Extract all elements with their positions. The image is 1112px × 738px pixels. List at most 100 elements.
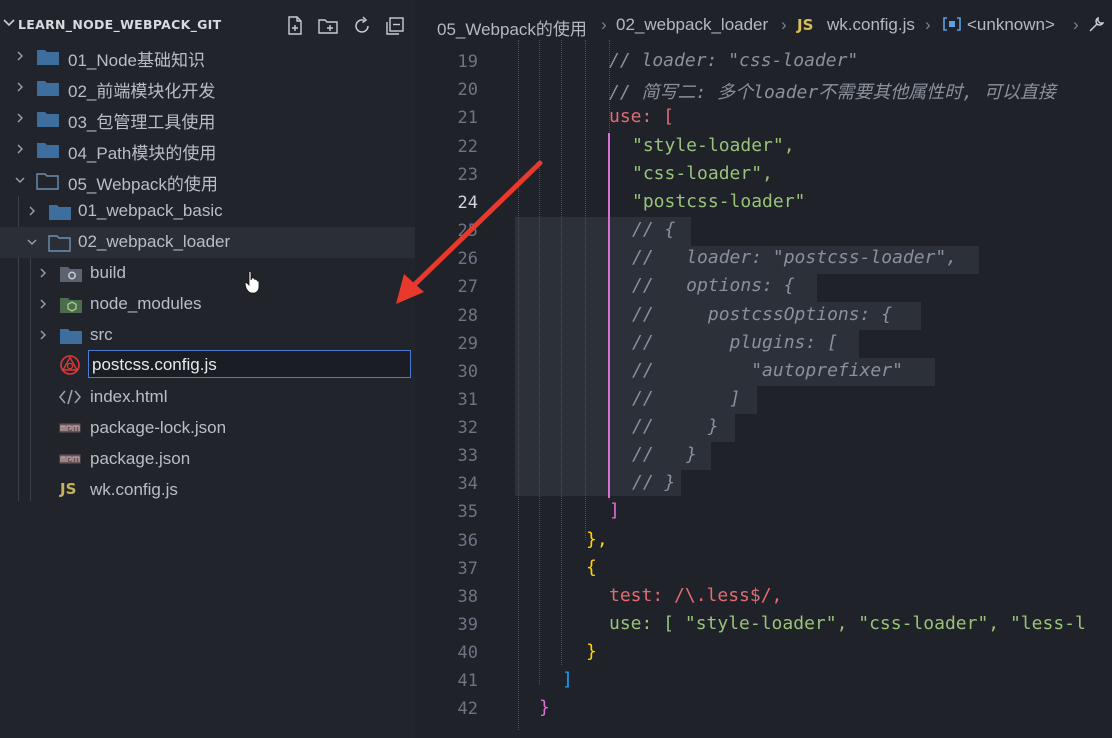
- folder-icon: [37, 143, 59, 158]
- tree-folder-01-node[interactable]: 01_Node基础知识: [0, 41, 415, 72]
- line-number: 39: [457, 615, 478, 635]
- refresh-icon[interactable]: [350, 14, 374, 38]
- code-line: // }: [632, 444, 698, 465]
- code-line: },: [586, 529, 608, 550]
- line-number: 35: [457, 502, 478, 522]
- code-line: "css-loader",: [632, 163, 773, 184]
- chevron-down-icon: [27, 239, 37, 245]
- folder-icon: [49, 205, 71, 220]
- chevron-right-icon: [40, 330, 46, 340]
- line-number: 21: [457, 108, 478, 128]
- line-number: 37: [457, 559, 478, 579]
- line-number: 32: [457, 418, 478, 438]
- folder-icon: [60, 329, 82, 344]
- code-editor[interactable]: 19 20 21 22 23 24 25 26 27 28 29 30 31 3…: [415, 0, 1112, 738]
- tree-folder-webpack-loader[interactable]: 02_webpack_loader: [0, 227, 415, 258]
- code-line: // }: [632, 416, 719, 437]
- line-number: 19: [457, 52, 478, 72]
- breadcrumb-item[interactable]: 05_Webpack的使用: [437, 15, 587, 40]
- line-number: 29: [457, 334, 478, 354]
- code-line: }: [539, 697, 550, 718]
- tree-folder-build[interactable]: build: [0, 258, 415, 289]
- indent-guide: [518, 40, 519, 730]
- folder-icon: [37, 81, 59, 96]
- line-number: 38: [457, 587, 478, 607]
- tree-folder-04-path[interactable]: 04_Path模块的使用: [0, 134, 415, 165]
- chevron-down-icon[interactable]: [2, 16, 16, 30]
- code-line: "style-loader",: [632, 135, 795, 156]
- line-number: 22: [457, 137, 478, 157]
- code-line: ]: [562, 669, 573, 690]
- tree-label: src: [90, 325, 113, 344]
- line-number: 36: [457, 531, 478, 551]
- new-file-icon[interactable]: [283, 14, 307, 38]
- tree-label: 04_Path模块的使用: [68, 144, 217, 163]
- collapse-all-icon[interactable]: [383, 14, 407, 38]
- chevron-right-icon: [17, 82, 23, 92]
- tree-label: package-lock.json: [90, 418, 227, 437]
- code-line: ]: [609, 500, 620, 521]
- tree-folder-node-modules[interactable]: node_modules: [0, 289, 415, 320]
- code-line: use: [: [609, 106, 675, 127]
- chevron-right-icon: [40, 299, 46, 309]
- line-number: 42: [457, 699, 478, 719]
- breadcrumb-item[interactable]: <unknown>: [967, 15, 1055, 35]
- tree-file-wk-config[interactable]: JS wk.config.js: [0, 475, 415, 506]
- tree-folder-03-package[interactable]: 03_包管理工具使用: [0, 103, 415, 134]
- new-folder-icon[interactable]: [316, 14, 340, 38]
- tree-file-index-html[interactable]: index.html: [0, 382, 415, 413]
- breadcrumb-item[interactable]: wk.config.js: [827, 15, 915, 35]
- tree-folder-02-module[interactable]: 02_前端模块化开发: [0, 72, 415, 103]
- line-number: 28: [457, 306, 478, 326]
- line-number: 30: [457, 362, 478, 382]
- code-area[interactable]: 19 20 21 22 23 24 25 26 27 28 29 30 31 3…: [415, 0, 1112, 738]
- explorer-title: LEARN_NODE_WEBPACK_GIT: [18, 17, 222, 32]
- code-line: // options: {: [632, 275, 795, 296]
- rename-input[interactable]: postcss.config.js: [88, 350, 411, 378]
- symbol-variable-icon: [942, 16, 962, 37]
- tree-label: 01_Node基础知识: [68, 51, 206, 70]
- indent-guide: [539, 40, 540, 685]
- folder-open-icon: [48, 235, 71, 252]
- chevron-right-icon: ›: [1073, 15, 1079, 34]
- chevron-right-icon: ›: [925, 15, 931, 34]
- line-number: 27: [457, 277, 478, 297]
- breadcrumb: 05_Webpack的使用 › 02_webpack_loader › JS w…: [415, 10, 1112, 40]
- tree-folder-05-webpack[interactable]: 05_Webpack的使用: [0, 165, 415, 196]
- js-icon: JS: [60, 480, 77, 498]
- js-icon: JS: [797, 16, 814, 34]
- wrench-icon: [1087, 16, 1105, 39]
- line-number: 31: [457, 390, 478, 410]
- tree-label: 05_Webpack的使用: [68, 175, 218, 194]
- chevron-right-icon: [17, 113, 23, 123]
- code-line: // plugins: [: [632, 332, 838, 353]
- code-line: }: [586, 641, 597, 662]
- code-line: use: [ "style-loader", "css-loader", "le…: [609, 613, 1086, 634]
- code-line: // 简写二: 多个loader不需要其他属性时, 可以直接: [609, 82, 1056, 103]
- node-folder-icon: [60, 298, 82, 313]
- tree-label: 02_webpack_loader: [78, 232, 231, 251]
- explorer-sidebar: LEARN_NODE_WEBPACK_GIT 01_Node基础知识 02_前端…: [0, 0, 415, 738]
- chevron-right-icon: [17, 144, 23, 154]
- tree-file-package-json[interactable]: package.json: [0, 444, 415, 475]
- tree-folder-src[interactable]: src: [0, 320, 415, 351]
- code-line: // ]: [632, 388, 741, 409]
- tree-folder-webpack-basic[interactable]: 01_webpack_basic: [0, 196, 415, 227]
- indent-guide: [585, 40, 586, 540]
- code-line: {: [586, 557, 597, 578]
- code-line: test: /\.less$/,: [609, 585, 783, 606]
- chevron-right-icon: [40, 268, 46, 278]
- bracket-guide: [608, 133, 610, 498]
- code-line: // }: [632, 472, 676, 493]
- line-number: 34: [457, 474, 478, 494]
- explorer-header: LEARN_NODE_WEBPACK_GIT: [0, 10, 415, 40]
- tree-label: 03_包管理工具使用: [68, 113, 216, 132]
- chevron-right-icon: ›: [601, 15, 607, 34]
- breadcrumb-item[interactable]: 02_webpack_loader: [616, 15, 768, 35]
- line-number: 25: [457, 221, 478, 241]
- line-number: 26: [457, 249, 478, 269]
- tree-file-package-lock-json[interactable]: package-lock.json: [0, 413, 415, 444]
- html-icon: [59, 389, 81, 405]
- folder-icon: [37, 50, 59, 65]
- tree-label: package.json: [90, 449, 191, 468]
